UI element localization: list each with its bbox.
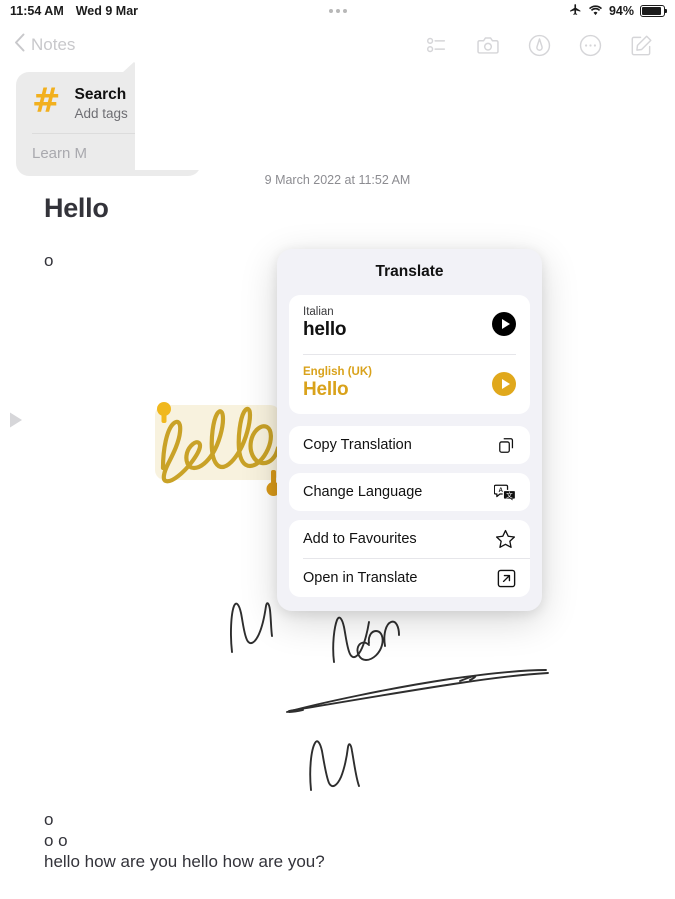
translate-menu-group-1: Copy Translation	[289, 426, 530, 464]
play-icon	[501, 378, 510, 389]
tag-popup-text: Search Add tags	[75, 86, 128, 121]
selection-handle-start	[157, 402, 171, 416]
handwriting-hello-selection	[155, 402, 281, 496]
handwriting-scribbles	[230, 602, 549, 791]
source-play-button[interactable]	[492, 311, 516, 336]
source-language-text: Italian hello	[303, 306, 492, 341]
note-title[interactable]: Hello	[44, 193, 109, 224]
play-icon	[501, 318, 510, 329]
status-date: Wed 9 Mar	[75, 4, 139, 18]
add-to-favourites-item[interactable]: Add to Favourites	[289, 520, 530, 558]
source-word: hello	[303, 319, 347, 340]
copy-icon	[497, 436, 516, 455]
target-play-button[interactable]	[492, 371, 516, 396]
note-body-line-4[interactable]: hello how are you hello how are you?	[44, 852, 325, 872]
camera-icon[interactable]	[476, 34, 500, 56]
star-icon	[495, 529, 516, 549]
svg-text:文: 文	[506, 490, 513, 499]
sidebar-expand-handle[interactable]	[8, 411, 24, 434]
status-bar-left: 11:54 AM Wed 9 Mar	[10, 4, 138, 18]
target-language-label: English (UK)	[303, 366, 372, 378]
note-body-line-2[interactable]: o	[44, 810, 53, 830]
change-language-label: Change Language	[303, 484, 423, 500]
wifi-icon	[588, 4, 603, 19]
checklist-icon[interactable]	[426, 34, 448, 56]
tag-popup-title: Search	[74, 86, 127, 103]
status-bar-right: 94%	[569, 3, 668, 19]
open-external-icon	[497, 569, 516, 588]
translation-card: Italian hello English (UK) Hello	[289, 295, 530, 414]
open-in-translate-item[interactable]: Open in Translate	[289, 559, 530, 597]
source-language-row[interactable]: Italian hello	[289, 295, 530, 354]
translate-menu-group-3: Add to Favourites Open in Translate	[289, 520, 530, 597]
play-triangle-icon	[10, 412, 22, 428]
chevron-left-icon	[14, 33, 25, 57]
target-word: Hello	[303, 379, 349, 400]
target-language-text: English (UK) Hello	[303, 366, 492, 401]
battery-percent: 94%	[608, 4, 634, 18]
compose-icon[interactable]	[630, 34, 653, 57]
battery-icon	[640, 5, 668, 17]
markup-pen-icon[interactable]	[528, 34, 551, 57]
change-language-icon: A 文	[494, 483, 516, 502]
note-body-line-1[interactable]: o	[44, 251, 53, 271]
add-to-favourites-label: Add to Favourites	[303, 531, 417, 547]
translate-popup-title: Translate	[375, 263, 444, 280]
open-in-translate-label: Open in Translate	[303, 570, 418, 586]
three-dots-icon[interactable]	[328, 9, 347, 13]
navigation-bar: Notes	[0, 22, 675, 68]
translate-popup: Translate Italian hello English (UK) Hel…	[277, 249, 542, 611]
target-language-row[interactable]: English (UK) Hello	[289, 355, 530, 414]
hashtag-icon: #	[32, 81, 61, 121]
copy-translation-item[interactable]: Copy Translation	[289, 426, 530, 464]
status-bar: 11:54 AM Wed 9 Mar 94%	[0, 0, 675, 22]
back-button-label: Notes	[31, 35, 76, 54]
change-language-item[interactable]: Change Language A 文	[289, 473, 530, 511]
more-options-icon[interactable]	[579, 34, 602, 57]
popup-clip-mask	[135, 60, 255, 170]
note-body-line-3[interactable]: o o	[44, 831, 68, 851]
note-toolbar	[426, 34, 661, 57]
tag-popup-subtitle: Add tags	[74, 106, 128, 121]
back-to-notes-button[interactable]: Notes	[14, 33, 75, 57]
translate-menu-group-2: Change Language A 文	[289, 473, 530, 511]
source-language-label: Italian	[303, 306, 334, 318]
copy-translation-label: Copy Translation	[303, 437, 412, 453]
airplane-mode-icon	[569, 3, 582, 19]
status-time: 11:54 AM	[10, 4, 64, 18]
